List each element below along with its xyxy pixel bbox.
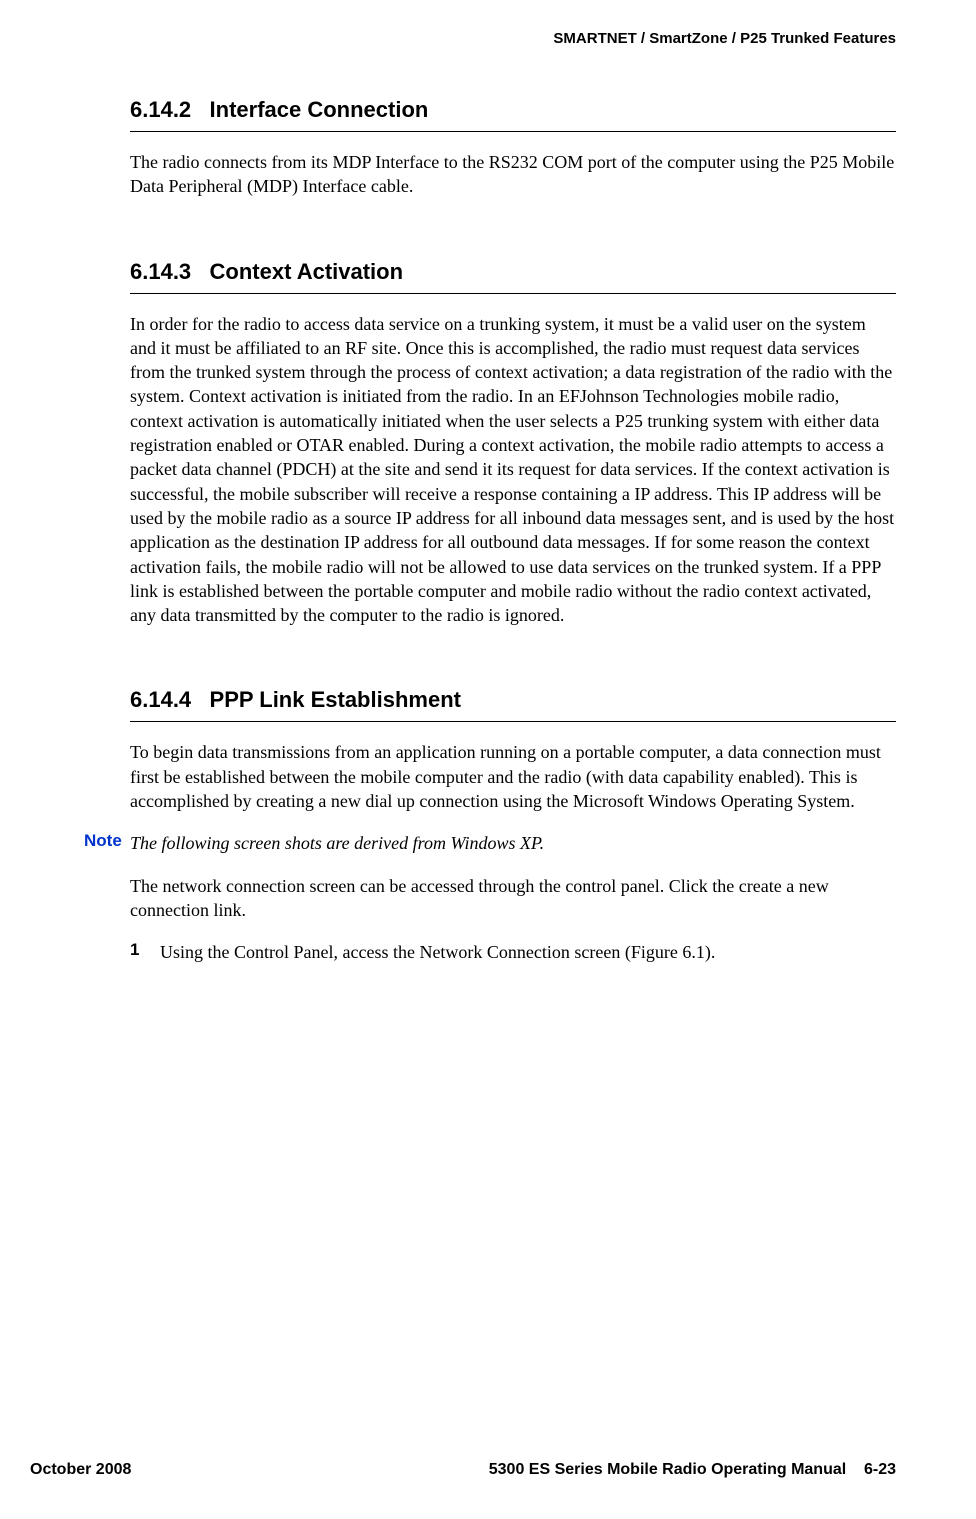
section-number: 6.14.2 bbox=[130, 97, 191, 122]
section-body-continued: The network connection screen can be acc… bbox=[130, 874, 896, 923]
section-heading: 6.14.4 PPP Link Establishment bbox=[130, 687, 896, 713]
section-6-14-4-continued: The network connection screen can be acc… bbox=[130, 874, 896, 923]
document-page: SMARTNET / SmartZone / P25 Trunked Featu… bbox=[0, 0, 976, 1519]
step-text: Using the Control Panel, access the Netw… bbox=[160, 940, 715, 964]
section-heading: 6.14.3 Context Activation bbox=[130, 259, 896, 285]
running-header: SMARTNET / SmartZone / P25 Trunked Featu… bbox=[30, 30, 896, 47]
section-title-text: PPP Link Establishment bbox=[210, 687, 461, 712]
section-6-14-2: 6.14.2 Interface Connection The radio co… bbox=[130, 97, 896, 199]
section-title-text: Context Activation bbox=[210, 259, 404, 284]
section-number: 6.14.4 bbox=[130, 687, 191, 712]
section-6-14-3: 6.14.3 Context Activation In order for t… bbox=[130, 259, 896, 628]
section-title-text: Interface Connection bbox=[210, 97, 429, 122]
step-item: 1 Using the Control Panel, access the Ne… bbox=[130, 940, 896, 964]
section-body: In order for the radio to access data se… bbox=[130, 312, 896, 628]
footer-right: 5300 ES Series Mobile Radio Operating Ma… bbox=[489, 1461, 896, 1479]
note-label: Note bbox=[84, 831, 130, 855]
section-body: The radio connects from its MDP Interfac… bbox=[130, 150, 896, 199]
footer-date: October 2008 bbox=[30, 1461, 131, 1479]
section-rule bbox=[130, 293, 896, 294]
step-number: 1 bbox=[130, 940, 160, 964]
section-heading: 6.14.2 Interface Connection bbox=[130, 97, 896, 123]
note-block: Note The following screen shots are deri… bbox=[84, 831, 896, 855]
section-rule bbox=[130, 721, 896, 722]
section-rule bbox=[130, 131, 896, 132]
section-6-14-4: 6.14.4 PPP Link Establishment To begin d… bbox=[130, 687, 896, 813]
page-footer: October 2008 5300 ES Series Mobile Radio… bbox=[30, 1461, 896, 1479]
section-number: 6.14.3 bbox=[130, 259, 191, 284]
section-body: To begin data transmissions from an appl… bbox=[130, 740, 896, 813]
footer-page-number: 6-23 bbox=[864, 1461, 896, 1478]
note-text: The following screen shots are derived f… bbox=[130, 831, 544, 855]
footer-manual-title: 5300 ES Series Mobile Radio Operating Ma… bbox=[489, 1461, 846, 1478]
